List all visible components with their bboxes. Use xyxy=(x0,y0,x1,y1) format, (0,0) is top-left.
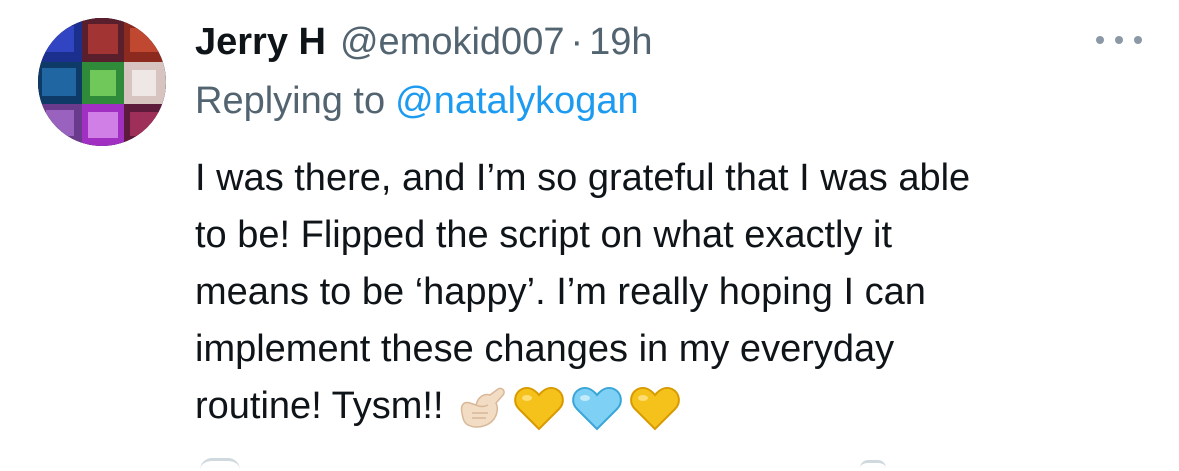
reply-to-handle-link[interactable]: @natalykogan xyxy=(395,80,639,122)
like-icon-partial[interactable] xyxy=(860,460,886,471)
avatar-collage-image xyxy=(38,18,166,146)
more-options-icon[interactable] xyxy=(1096,30,1142,50)
tweet-body-last-line: routine! Tysm!! xyxy=(195,378,1145,435)
emoji-group xyxy=(454,383,682,433)
tweet-body-line: routine! Tysm!! xyxy=(195,385,444,427)
replying-to: Replying to @natalykogan xyxy=(195,76,639,126)
more-dot xyxy=(1115,36,1123,44)
display-name[interactable]: Jerry H xyxy=(195,16,326,68)
timestamp[interactable]: 19h xyxy=(589,16,652,68)
user-handle[interactable]: @emokid007 xyxy=(340,16,564,68)
more-dot xyxy=(1134,36,1142,44)
call-me-hand-icon xyxy=(454,383,508,433)
avatar[interactable] xyxy=(38,18,166,146)
yellow-heart-icon xyxy=(628,383,682,433)
reply-icon-partial[interactable] xyxy=(200,458,240,471)
tweet-header: Jerry H @emokid007 · 19h xyxy=(195,16,653,68)
tweet-body-line: means to be ‘happy’. I’m really hoping I… xyxy=(195,271,926,313)
tweet-body: I was there, and I’m so grateful that I … xyxy=(195,150,1145,435)
tweet-body-line: implement these changes in my everyday xyxy=(195,328,895,370)
tweet-body-line: I was there, and I’m so grateful that I … xyxy=(195,157,971,199)
tweet-body-line: to be! Flipped the script on what exactl… xyxy=(195,214,893,256)
replying-to-label: Replying to xyxy=(195,80,386,122)
tweet: Jerry H @emokid007 · 19h Replying to @nat… xyxy=(0,0,1179,464)
light-blue-heart-icon xyxy=(570,383,624,433)
more-dot xyxy=(1096,36,1104,44)
separator-dot: · xyxy=(570,21,584,63)
yellow-heart-icon xyxy=(512,383,566,433)
